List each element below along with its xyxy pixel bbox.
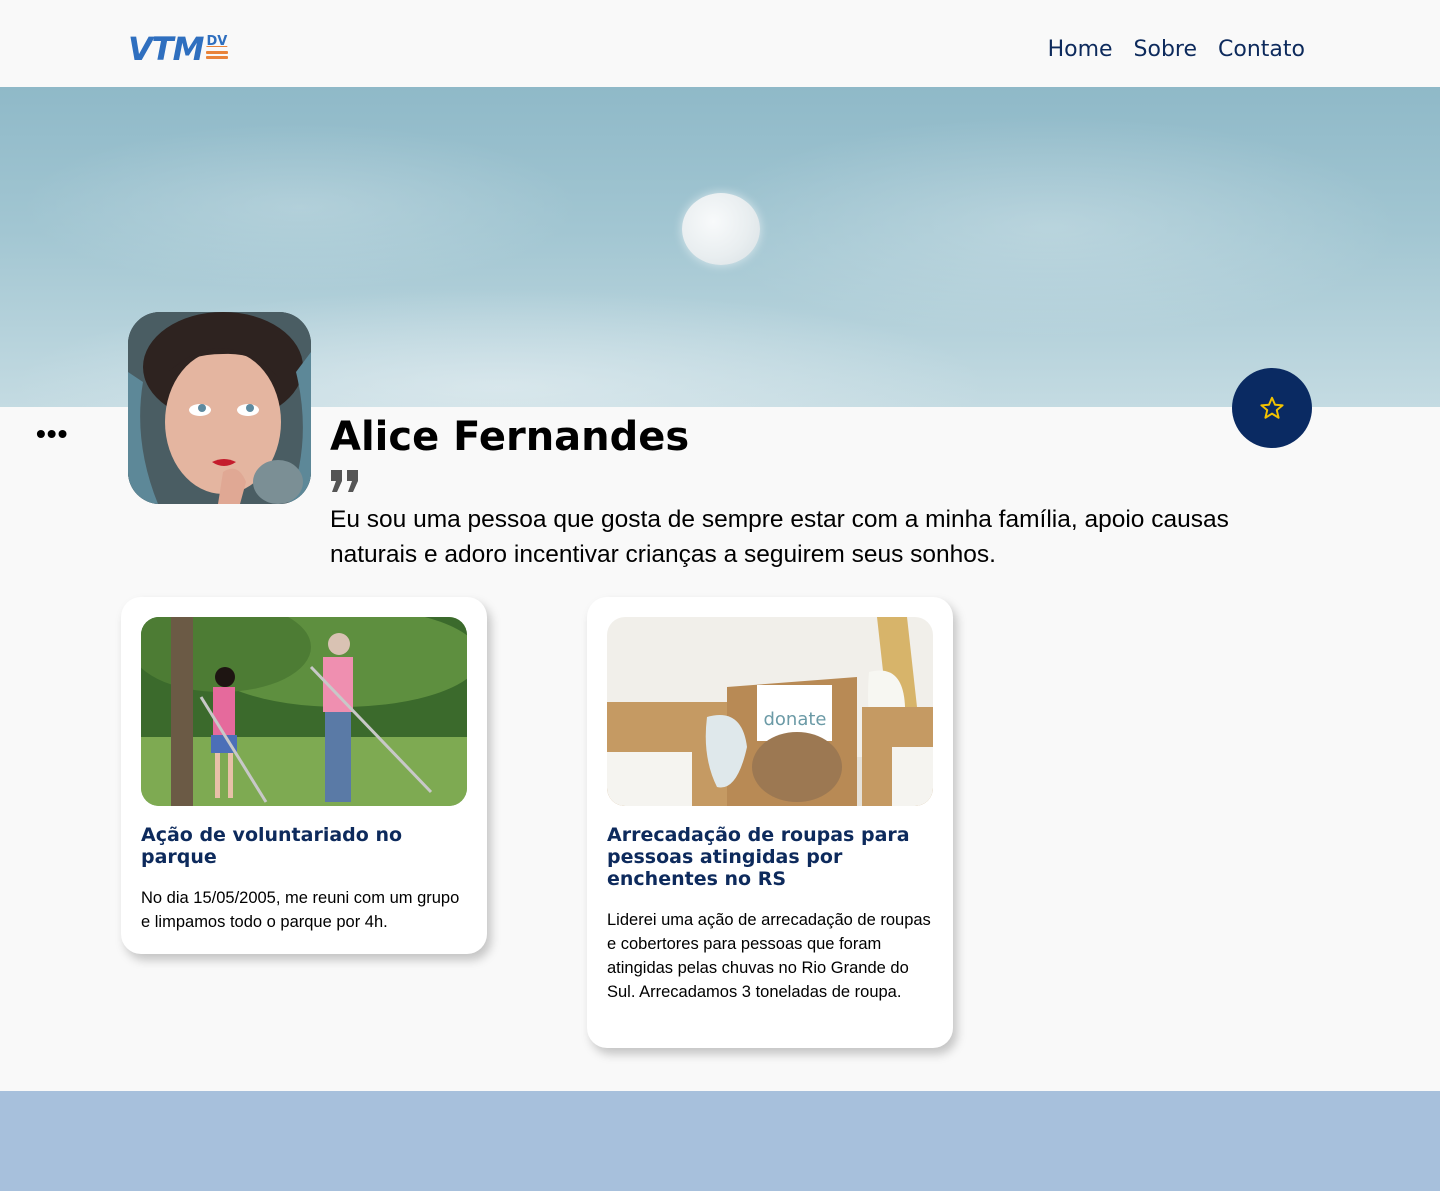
- nav-contato-link[interactable]: Contato: [1218, 36, 1305, 64]
- logo-bars-icon: [206, 50, 229, 60]
- logo-mark: DV: [206, 34, 229, 60]
- brand-logo[interactable]: VTM DV: [128, 30, 229, 68]
- card-title: Ação de voluntariado no parque: [141, 824, 403, 868]
- profile-name: Alice Fernandes: [330, 414, 690, 460]
- donate-label: donate: [763, 709, 826, 730]
- moon-image: [682, 193, 760, 265]
- more-options-button[interactable]: •••: [36, 420, 68, 448]
- logo-text: VTM: [128, 30, 204, 68]
- donation-boxes-photo: donate: [607, 617, 933, 806]
- top-navbar: VTM DV Home Sobre Contato: [0, 0, 1440, 87]
- page-footer: [0, 1091, 1440, 1191]
- card-description: No dia 15/05/2005, me reuni com um grupo…: [141, 889, 460, 931]
- activity-card[interactable]: Ação de voluntariado no parque No dia 15…: [121, 597, 487, 954]
- main-nav: Home Sobre Contato: [1048, 36, 1305, 64]
- quote-icon: [331, 470, 358, 492]
- activity-card[interactable]: donate Arrecadação de roupas para pessoa…: [587, 597, 953, 1048]
- favorite-button[interactable]: [1232, 368, 1312, 448]
- profile-bio: Eu sou uma pessoa que gosta de sempre es…: [330, 506, 1229, 568]
- logo-superscript: DV: [206, 34, 228, 49]
- card-description: Liderei uma ação de arrecadação de roupa…: [607, 911, 931, 1001]
- card-title: Arrecadação de roupas para pessoas ating…: [607, 824, 910, 890]
- star-icon: [1260, 396, 1284, 419]
- profile-avatar: [128, 312, 311, 504]
- nav-home-link[interactable]: Home: [1048, 36, 1113, 64]
- park-volunteering-photo: [141, 617, 467, 806]
- nav-sobre-link[interactable]: Sobre: [1134, 36, 1198, 64]
